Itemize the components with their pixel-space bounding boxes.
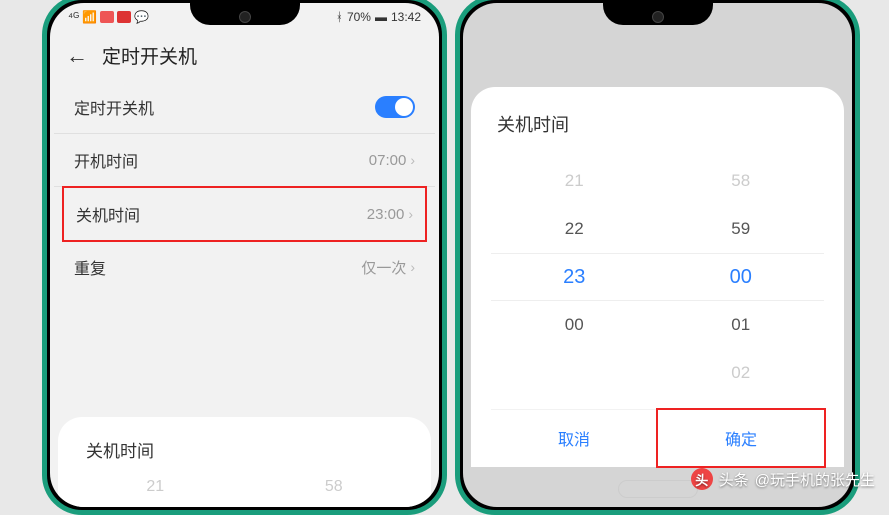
- battery-icon: ▬: [375, 10, 387, 24]
- hour-column[interactable]: 21 22 23 00: [491, 157, 658, 397]
- toggle-switch[interactable]: [375, 96, 415, 118]
- wechat-icon: 💬: [134, 10, 149, 24]
- picker-item[interactable]: 02: [658, 349, 825, 397]
- notch: [603, 3, 713, 25]
- title-bar: ← 定时开关机: [50, 30, 439, 81]
- bottom-sheet-preview: 关机时间 21 58: [58, 417, 431, 507]
- battery-percent: 70%: [347, 10, 371, 24]
- row-label: 定时开关机: [74, 95, 154, 119]
- picker-item[interactable]: 01: [658, 301, 825, 349]
- preview-hour: 21: [146, 478, 164, 496]
- picker-item[interactable]: 22: [491, 205, 658, 253]
- picker-item[interactable]: 00: [491, 301, 658, 349]
- watermark-icon: 头: [691, 468, 713, 490]
- signal-bars-icon: 📶: [82, 10, 97, 24]
- picker-preview: 21 58: [66, 478, 423, 496]
- minute-column[interactable]: 58 59 00 01 02: [658, 157, 825, 397]
- phone-frame-left: ⁴ᴳ 📶 💬 ᚼ 70% ▬ 13:42 ← 定时开关机 定时开关机: [42, 0, 447, 515]
- watermark-text: @玩手机的张先生: [755, 469, 875, 490]
- nav-pill-icon[interactable]: [618, 480, 698, 498]
- picker-item[interactable]: 59: [658, 205, 825, 253]
- row-label: 关机时间: [76, 202, 140, 226]
- phone-frame-right: 关机时间 21 22 23 00 58 59 00 01 02: [455, 0, 860, 515]
- time-picker[interactable]: 21 22 23 00 58 59 00 01 02: [491, 157, 824, 397]
- clock-text: 13:42: [391, 10, 421, 24]
- app-badge-icon-2: [117, 11, 131, 23]
- settings-list: 定时开关机 开机时间 07:00 › 关机时间 23:00 ›: [50, 81, 439, 293]
- screen-right: 关机时间 21 22 23 00 58 59 00 01 02: [463, 3, 852, 507]
- row-value: 23:00: [367, 206, 405, 223]
- dialog-buttons: 取消 确定: [491, 409, 824, 466]
- watermark: 头 头条 @玩手机的张先生: [691, 468, 875, 490]
- signal-icon: ⁴ᴳ: [68, 10, 79, 24]
- chevron-right-icon: ›: [408, 206, 413, 222]
- dialog-title: 关机时间: [491, 111, 824, 157]
- back-arrow-icon[interactable]: ←: [66, 43, 88, 69]
- notch: [190, 3, 300, 25]
- picker-item[interactable]: 21: [491, 157, 658, 205]
- row-power-on[interactable]: 开机时间 07:00 ›: [54, 134, 435, 187]
- row-value: 07:00: [369, 152, 407, 169]
- row-label: 重复: [74, 255, 106, 279]
- picker-item[interactable]: 58: [658, 157, 825, 205]
- row-label: 开机时间: [74, 148, 138, 172]
- app-badge-icon: [100, 11, 114, 23]
- chevron-right-icon: ›: [410, 152, 415, 168]
- row-power-off[interactable]: 关机时间 23:00 ›: [64, 189, 425, 239]
- picker-item[interactable]: [491, 349, 658, 397]
- screen-left: ⁴ᴳ 📶 💬 ᚼ 70% ▬ 13:42 ← 定时开关机 定时开关机: [50, 3, 439, 507]
- highlight-box: 关机时间 23:00 ›: [62, 186, 427, 242]
- cancel-button[interactable]: 取消: [491, 410, 658, 466]
- row-value: 仅一次: [361, 257, 406, 278]
- chevron-right-icon: ›: [410, 259, 415, 275]
- row-repeat[interactable]: 重复 仅一次 ›: [54, 241, 435, 293]
- picker-item-selected[interactable]: 00: [658, 253, 825, 301]
- row-master-toggle[interactable]: 定时开关机: [54, 81, 435, 134]
- picker-item-selected[interactable]: 23: [491, 253, 658, 301]
- confirm-button[interactable]: 确定: [656, 408, 826, 468]
- watermark-prefix: 头条: [719, 469, 749, 490]
- time-picker-dialog: 关机时间 21 22 23 00 58 59 00 01 02: [471, 87, 844, 467]
- bluetooth-icon: ᚼ: [336, 10, 343, 24]
- sheet-title: 关机时间: [66, 437, 423, 478]
- preview-min: 58: [325, 478, 343, 496]
- page-title: 定时开关机: [102, 42, 197, 69]
